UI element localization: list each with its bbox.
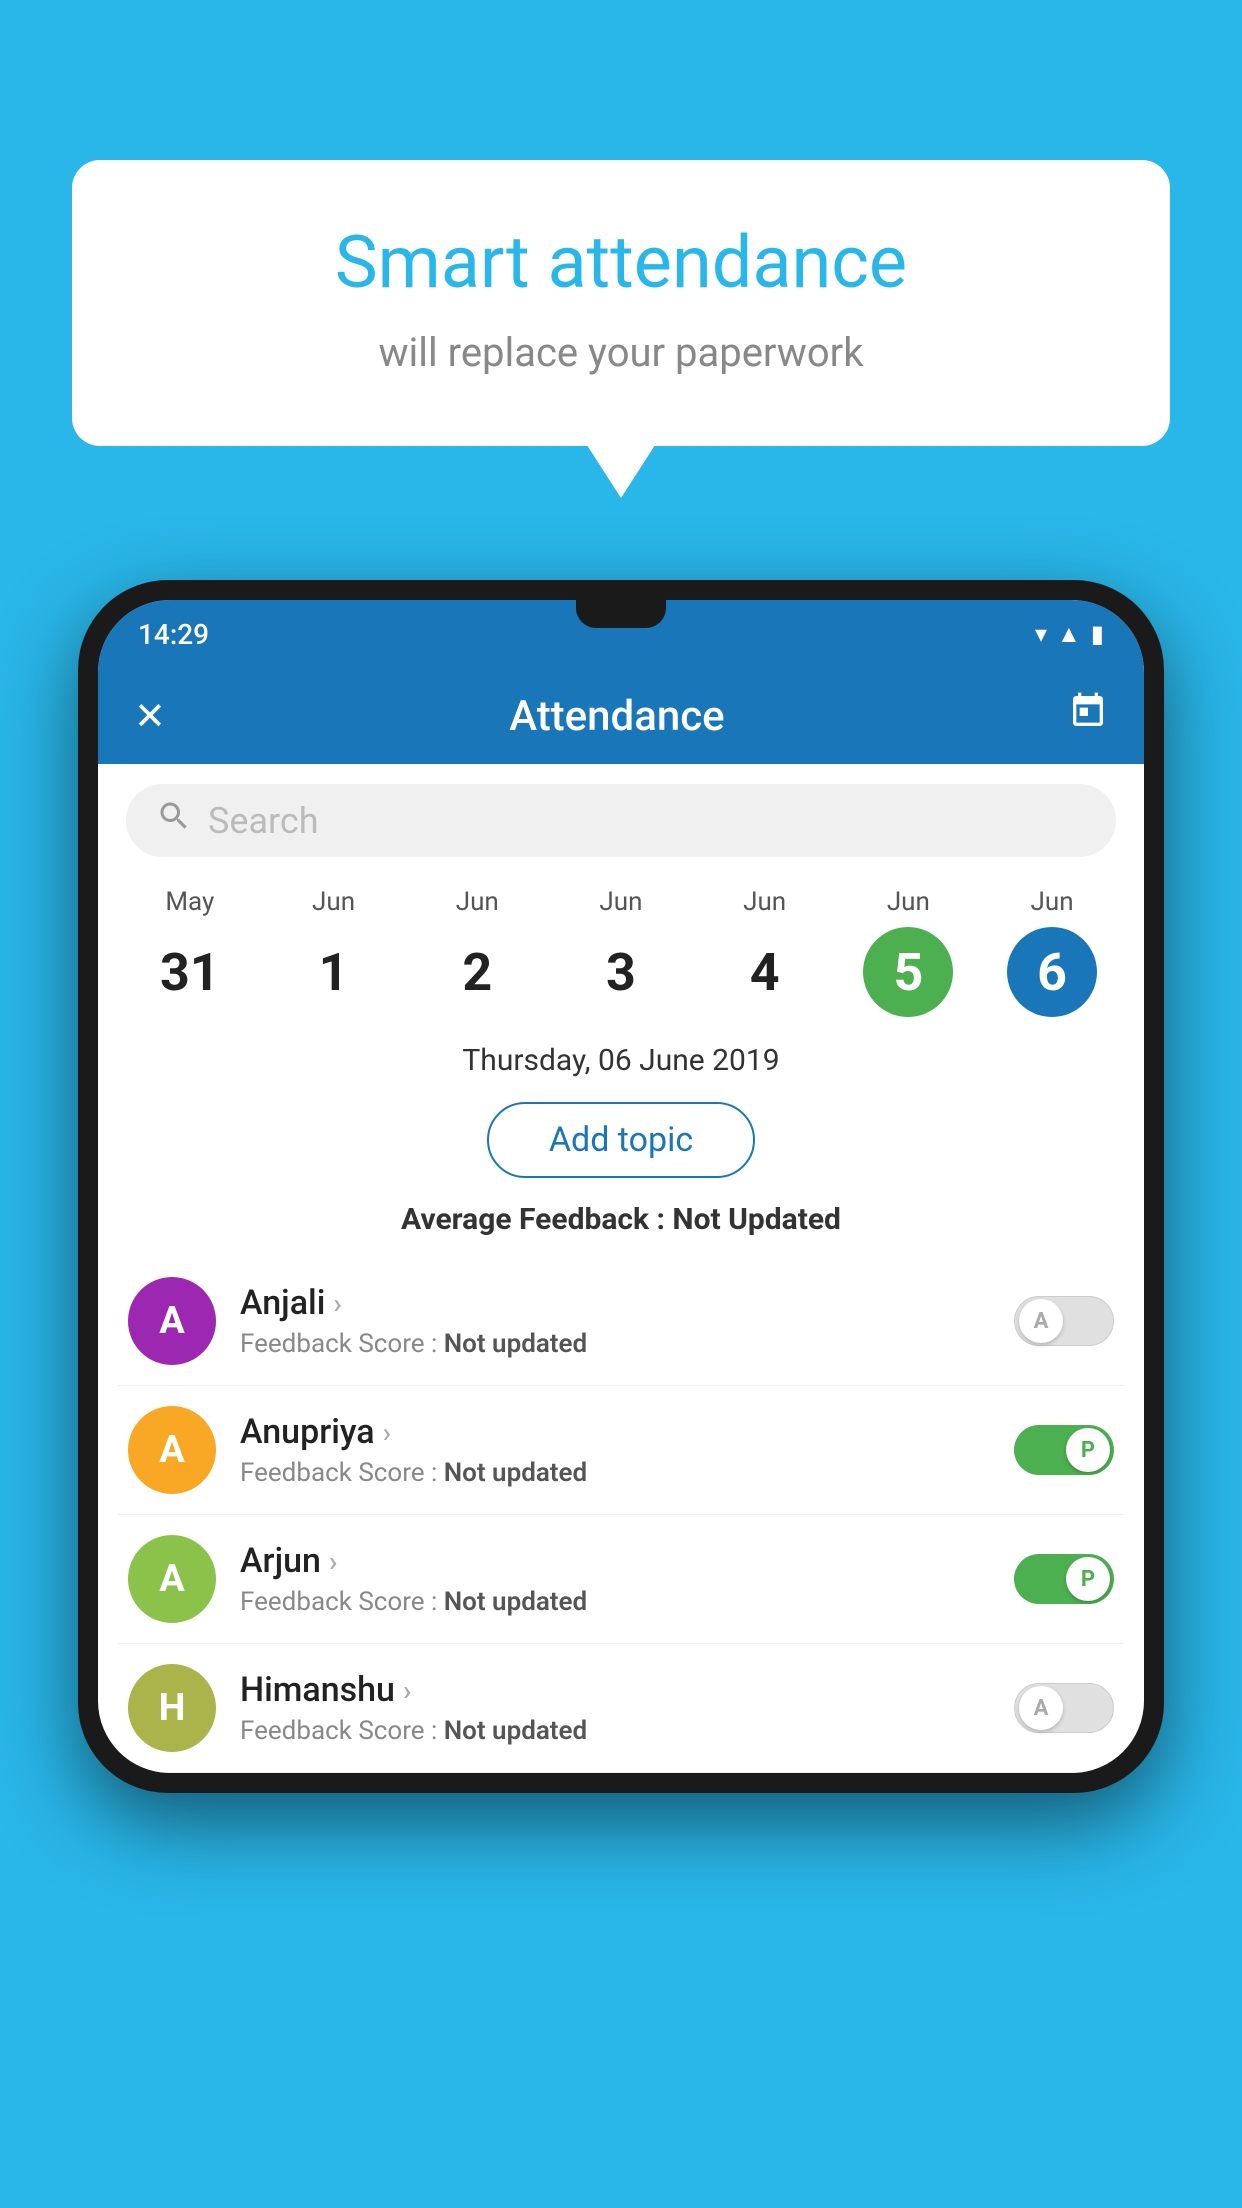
- student-info: Arjun › Feedback Score : Not updated: [240, 1541, 990, 1617]
- student-item[interactable]: A Anjali › Feedback Score : Not updated A: [118, 1257, 1124, 1386]
- speech-bubble-wrapper: Smart attendance will replace your paper…: [72, 160, 1170, 446]
- cal-date-number[interactable]: 1: [289, 927, 379, 1017]
- student-info: Himanshu › Feedback Score : Not updated: [240, 1670, 990, 1746]
- chevron-icon: ›: [329, 1545, 337, 1578]
- student-info: Anjali › Feedback Score : Not updated: [240, 1283, 990, 1359]
- speech-bubble: Smart attendance will replace your paper…: [72, 160, 1170, 446]
- toggle-knob: P: [1066, 1428, 1110, 1472]
- toggle-knob: A: [1019, 1686, 1063, 1730]
- status-icons: ▾ ▲ ▮: [1035, 620, 1104, 649]
- attendance-toggle[interactable]: A: [1014, 1683, 1114, 1733]
- cal-date-number[interactable]: 3: [576, 927, 666, 1017]
- student-name: Arjun ›: [240, 1541, 990, 1581]
- student-item[interactable]: A Anupriya › Feedback Score : Not updated P: [118, 1386, 1124, 1515]
- phone-notch: [576, 600, 666, 628]
- avatar: A: [128, 1535, 216, 1623]
- avg-feedback-value: Not Updated: [672, 1202, 841, 1237]
- phone-frame: 14:29 ▾ ▲ ▮ ✕ Attendance: [78, 580, 1164, 1793]
- attendance-toggle[interactable]: P: [1014, 1554, 1114, 1604]
- calendar-day[interactable]: Jun 1: [274, 887, 394, 1017]
- cal-date-number[interactable]: 6: [1007, 927, 1097, 1017]
- selected-date: Thursday, 06 June 2019: [98, 1027, 1144, 1088]
- student-name: Anjali ›: [240, 1283, 990, 1323]
- cal-date-number[interactable]: 5: [863, 927, 953, 1017]
- attendance-toggle[interactable]: A: [1014, 1296, 1114, 1346]
- student-item[interactable]: A Arjun › Feedback Score : Not updated P: [118, 1515, 1124, 1644]
- chevron-icon: ›: [333, 1287, 341, 1320]
- search-input[interactable]: Search: [208, 800, 319, 842]
- app-title: Attendance: [509, 692, 724, 741]
- feedback-score: Feedback Score : Not updated: [240, 1458, 990, 1488]
- status-time: 14:29: [138, 618, 209, 651]
- battery-icon: ▮: [1091, 620, 1104, 648]
- student-name: Anupriya ›: [240, 1412, 990, 1452]
- toggle-knob: A: [1019, 1299, 1063, 1343]
- cal-month-label: May: [165, 887, 214, 917]
- signal-icon: ▲: [1057, 620, 1081, 649]
- attendance-toggle[interactable]: P: [1014, 1425, 1114, 1475]
- calendar-icon[interactable]: [1068, 691, 1108, 741]
- cal-date-number[interactable]: 2: [432, 927, 522, 1017]
- search-icon: [156, 798, 192, 843]
- speech-bubble-subtitle: will replace your paperwork: [152, 329, 1090, 376]
- avatar: H: [128, 1664, 216, 1752]
- calendar-day[interactable]: May 31: [130, 887, 250, 1017]
- close-icon[interactable]: ✕: [134, 694, 166, 739]
- calendar-day[interactable]: Jun 4: [705, 887, 825, 1017]
- cal-date-number[interactable]: 4: [720, 927, 810, 1017]
- chevron-icon: ›: [403, 1674, 411, 1707]
- app-bar: ✕ Attendance: [98, 668, 1144, 764]
- calendar-day[interactable]: Jun 5: [848, 887, 968, 1017]
- feedback-score: Feedback Score : Not updated: [240, 1329, 990, 1359]
- cal-month-label: Jun: [1031, 887, 1074, 917]
- cal-date-number[interactable]: 31: [145, 927, 235, 1017]
- student-list: AAnjali ›Feedback Score : Not updatedAAA…: [98, 1257, 1144, 1773]
- speech-bubble-title: Smart attendance: [152, 220, 1090, 305]
- cal-month-label: Jun: [312, 887, 355, 917]
- calendar-strip: May 31 Jun 1 Jun 2 Jun 3 Jun 4 Jun 5 Jun 6: [98, 857, 1144, 1027]
- avatar: A: [128, 1277, 216, 1365]
- feedback-score: Feedback Score : Not updated: [240, 1716, 990, 1746]
- cal-month-label: Jun: [743, 887, 786, 917]
- calendar-day[interactable]: Jun 2: [417, 887, 537, 1017]
- cal-month-label: Jun: [599, 887, 642, 917]
- chevron-icon: ›: [383, 1416, 391, 1449]
- feedback-score: Feedback Score : Not updated: [240, 1587, 990, 1617]
- toggle-knob: P: [1066, 1557, 1110, 1601]
- calendar-day[interactable]: Jun 6: [992, 887, 1112, 1017]
- avg-feedback-label: Average Feedback :: [401, 1202, 665, 1237]
- calendar-day[interactable]: Jun 3: [561, 887, 681, 1017]
- search-bar[interactable]: Search: [126, 784, 1116, 857]
- phone-wrapper: 14:29 ▾ ▲ ▮ ✕ Attendance: [78, 580, 1164, 1793]
- add-topic-button[interactable]: Add topic: [487, 1102, 755, 1178]
- cal-month-label: Jun: [456, 887, 499, 917]
- student-name: Himanshu ›: [240, 1670, 990, 1710]
- avatar: A: [128, 1406, 216, 1494]
- avg-feedback: Average Feedback : Not Updated: [98, 1192, 1144, 1257]
- wifi-icon: ▾: [1035, 620, 1047, 648]
- student-info: Anupriya › Feedback Score : Not updated: [240, 1412, 990, 1488]
- cal-month-label: Jun: [887, 887, 930, 917]
- add-topic-label: Add topic: [549, 1120, 693, 1160]
- phone-screen: 14:29 ▾ ▲ ▮ ✕ Attendance: [98, 600, 1144, 1773]
- student-item[interactable]: H Himanshu › Feedback Score : Not updated A: [118, 1644, 1124, 1773]
